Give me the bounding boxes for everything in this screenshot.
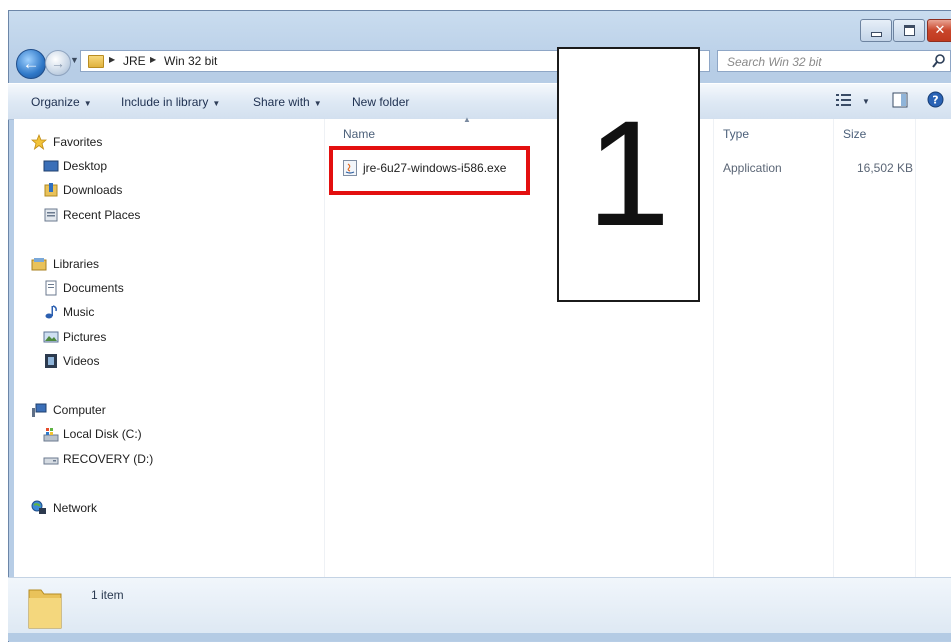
new-folder-button[interactable]: New folder bbox=[352, 95, 409, 109]
file-size: 16,502 KB bbox=[857, 161, 914, 175]
nav-recovery-drive-label: RECOVERY (D:) bbox=[63, 452, 154, 466]
nav-local-disk-label: Local Disk (C:) bbox=[63, 427, 142, 441]
forward-button[interactable]: → bbox=[45, 50, 71, 76]
step-number: 1 bbox=[586, 88, 671, 257]
star-icon bbox=[31, 134, 47, 150]
view-options-dropdown[interactable]: ▼ bbox=[862, 97, 870, 106]
nav-downloads-label: Downloads bbox=[63, 183, 123, 197]
nav-videos[interactable]: Videos bbox=[14, 352, 314, 372]
chevron-down-icon: ▼ bbox=[212, 99, 221, 108]
nav-pictures-label: Pictures bbox=[63, 330, 107, 344]
column-header-size[interactable]: Size bbox=[843, 127, 866, 141]
breadcrumb-win32bit[interactable]: Win 32 bit bbox=[164, 54, 217, 68]
change-view-icon[interactable] bbox=[836, 93, 852, 107]
maximize-button[interactable] bbox=[893, 19, 925, 42]
forward-arrow-icon: → bbox=[51, 55, 65, 71]
nav-music[interactable]: Music bbox=[14, 303, 314, 323]
computer-icon bbox=[32, 403, 47, 417]
breadcrumb-arrow-icon[interactable]: ▶ bbox=[109, 55, 115, 64]
nav-favorites-label: Favorites bbox=[53, 135, 103, 149]
chevron-down-icon: ▼ bbox=[83, 99, 92, 108]
back-arrow-icon: ← bbox=[22, 54, 40, 73]
minimize-button[interactable] bbox=[860, 19, 892, 42]
music-icon bbox=[45, 305, 57, 319]
column-divider[interactable] bbox=[833, 119, 834, 577]
close-button[interactable]: ✕ bbox=[927, 19, 951, 42]
nav-computer[interactable]: Computer bbox=[14, 401, 314, 421]
pictures-icon bbox=[43, 331, 59, 343]
nav-libraries-label: Libraries bbox=[53, 257, 100, 271]
share-with-menu[interactable]: Share with ▼ bbox=[253, 95, 322, 109]
nav-downloads[interactable]: Downloads bbox=[14, 181, 314, 201]
column-divider[interactable] bbox=[713, 119, 714, 577]
close-icon: ✕ bbox=[934, 23, 946, 38]
nav-local-disk[interactable]: Local Disk (C:) bbox=[14, 425, 314, 445]
nav-pictures[interactable]: Pictures bbox=[14, 328, 314, 348]
minimize-icon bbox=[870, 31, 882, 37]
maximize-icon bbox=[903, 25, 915, 36]
preview-pane-icon[interactable] bbox=[892, 92, 908, 108]
search-icon[interactable] bbox=[932, 53, 946, 69]
pane-splitter[interactable] bbox=[324, 119, 325, 577]
desktop-icon bbox=[43, 160, 59, 172]
details-pane bbox=[8, 577, 951, 636]
chevron-down-icon: ▼ bbox=[313, 99, 322, 108]
recent-pages-dropdown[interactable]: ▼ bbox=[70, 55, 79, 65]
window-bottom-border bbox=[8, 633, 951, 641]
include-in-library-menu[interactable]: Include in library ▼ bbox=[121, 95, 220, 109]
nav-network-label: Network bbox=[53, 501, 98, 515]
column-header-type[interactable]: Type bbox=[723, 127, 749, 141]
documents-icon bbox=[45, 280, 57, 296]
recent-places-icon bbox=[44, 208, 58, 222]
help-icon[interactable]: ? bbox=[927, 91, 944, 108]
nav-music-label: Music bbox=[63, 305, 95, 319]
column-header-name[interactable]: Name bbox=[343, 127, 375, 141]
folder-icon bbox=[88, 55, 104, 68]
navigation-pane: Favorites Desktop Downloads Recent Place… bbox=[14, 119, 325, 577]
nav-network[interactable]: Network bbox=[14, 499, 314, 519]
search-input[interactable] bbox=[725, 53, 929, 71]
downloads-icon bbox=[44, 183, 58, 197]
nav-favorites[interactable]: Favorites bbox=[14, 133, 314, 153]
sort-ascending-icon: ▲ bbox=[463, 115, 471, 124]
drive-icon bbox=[43, 457, 59, 465]
share-with-label: Share with bbox=[253, 95, 310, 109]
command-bar: Organize ▼ Include in library ▼ Share with… bbox=[8, 83, 951, 120]
organize-label: Organize bbox=[31, 95, 80, 109]
nav-documents-label: Documents bbox=[63, 281, 124, 295]
nav-desktop-label: Desktop bbox=[63, 159, 108, 173]
nav-desktop[interactable]: Desktop bbox=[14, 157, 314, 177]
column-divider[interactable] bbox=[915, 119, 916, 577]
nav-recovery-drive[interactable]: RECOVERY (D:) bbox=[14, 450, 314, 470]
local-disk-icon bbox=[43, 428, 59, 442]
nav-documents[interactable]: Documents bbox=[14, 279, 314, 299]
nav-libraries[interactable]: Libraries bbox=[14, 255, 314, 275]
folder-icon bbox=[28, 589, 62, 629]
nav-videos-label: Videos bbox=[63, 354, 100, 368]
nav-recent-places[interactable]: Recent Places bbox=[14, 206, 314, 226]
highlight-box bbox=[329, 146, 530, 195]
network-icon bbox=[31, 500, 46, 514]
nav-recent-places-label: Recent Places bbox=[63, 208, 141, 222]
svg-text:?: ? bbox=[932, 94, 938, 107]
status-item-count: 1 item bbox=[91, 588, 124, 602]
videos-icon bbox=[45, 354, 57, 368]
file-type: Application bbox=[723, 161, 782, 175]
organize-menu[interactable]: Organize ▼ bbox=[31, 95, 92, 109]
libraries-icon bbox=[31, 258, 47, 271]
include-in-library-label: Include in library bbox=[121, 95, 209, 109]
breadcrumb-jre[interactable]: JRE bbox=[123, 54, 146, 68]
back-button[interactable]: ← bbox=[16, 49, 46, 79]
nav-computer-label: Computer bbox=[53, 403, 106, 417]
step-number-box: 1 bbox=[557, 47, 700, 302]
breadcrumb-arrow-icon[interactable]: ▶ bbox=[150, 55, 156, 64]
search-box[interactable] bbox=[717, 50, 951, 72]
